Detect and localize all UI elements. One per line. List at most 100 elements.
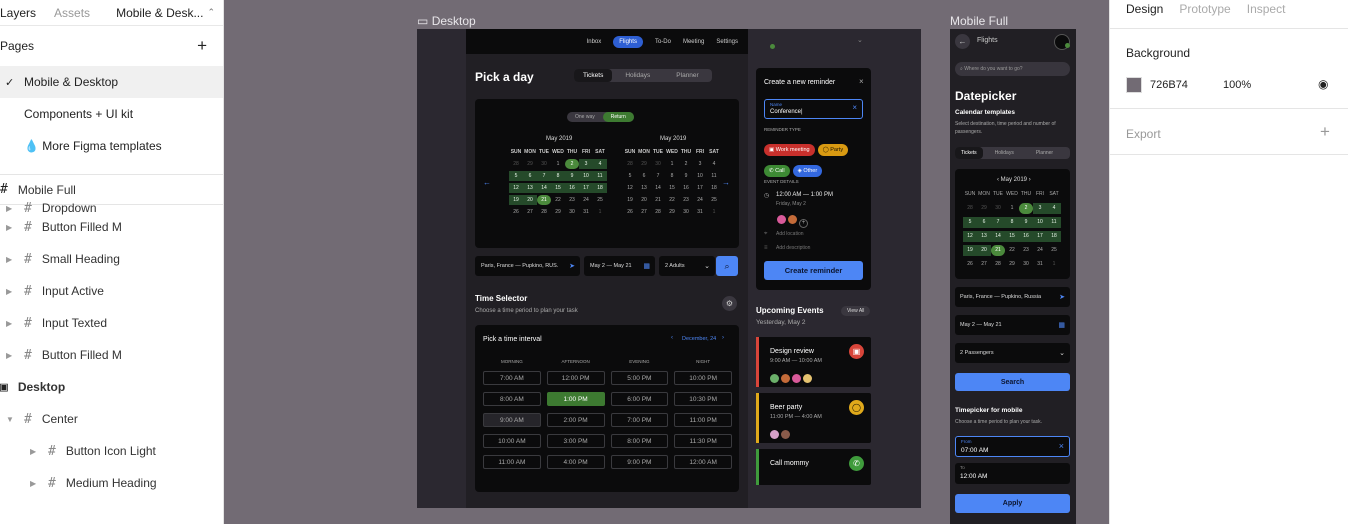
calendar-day[interactable]: 13 [977,231,991,242]
eye-icon[interactable]: ◉ [1318,77,1328,91]
layer-item[interactable]: ▼ # Center [0,403,223,435]
time-slot[interactable]: 10:30 PM [674,392,732,406]
calendar-day[interactable]: 2 [1019,203,1033,214]
calendar-day[interactable]: 7 [651,171,665,181]
chevron-down-icon[interactable]: ⌄ [857,36,863,44]
calendar-day[interactable]: 11 [593,171,607,181]
layer-item[interactable]: ▶ # Button Icon Light [0,435,223,467]
caret-right-icon[interactable]: ▶ [6,223,12,232]
desktop-frame-label[interactable]: ▭ Desktop [417,14,476,28]
calendar-day[interactable]: 25 [1047,245,1061,256]
return-option[interactable]: Return [602,112,634,122]
calendar-day[interactable]: 4 [1047,203,1061,214]
create-reminder-button[interactable]: Create reminder [764,261,863,280]
calendar-day[interactable]: 30 [651,159,665,169]
calendar-day[interactable]: 23 [565,195,579,205]
calendar-day[interactable]: 15 [551,183,565,193]
calendar-day[interactable]: 28 [623,159,637,169]
event-card-call-mommy[interactable]: Call mommy ✆ [756,449,871,485]
calendar-day[interactable]: 16 [565,183,579,193]
calendar-day[interactable]: 30 [679,207,693,217]
event-card-beer-party[interactable]: Beer party 11:00 PM — 4:00 AM ◯ [756,393,871,443]
nav-inbox[interactable]: Inbox [587,39,602,45]
time-slot[interactable]: 12:00 PM [546,371,605,385]
calendar-day[interactable]: 26 [963,259,977,270]
calendar-day[interactable]: 13 [523,183,537,193]
time-slot[interactable]: 8:00 AM [483,392,541,406]
one-way-option[interactable]: One way [567,112,603,122]
tab-holidays[interactable]: Holidays [612,69,663,82]
calendar-day[interactable]: 1 [665,159,679,169]
plus-icon[interactable]: + [1320,122,1330,142]
layer-item[interactable]: # Mobile Full [0,175,223,205]
layer-item[interactable]: ▶ # Small Heading [0,243,223,275]
calendar-day[interactable]: 10 [579,171,593,181]
background-opacity[interactable]: 100% [1223,79,1251,91]
time-slot[interactable]: 9:00 PM [610,455,669,469]
calendar-day[interactable]: 7 [991,217,1005,228]
calendar-day[interactable]: 31 [693,207,707,217]
add-location[interactable]: Add location [776,231,804,237]
next-month-icon[interactable]: → [722,178,730,187]
calendar-day[interactable]: 1 [707,207,721,217]
mobile-frame-label[interactable]: Mobile Full [950,14,1008,28]
layer-item[interactable]: ▶ # Medium Heading [0,467,223,499]
tab-inspect[interactable]: Inspect [1247,2,1286,16]
calendar-day[interactable]: 10 [693,171,707,181]
calendar-day[interactable]: 22 [551,195,565,205]
calendar-day[interactable]: 6 [637,171,651,181]
calendar-day[interactable]: 14 [651,183,665,193]
calendar-day[interactable]: 5 [509,171,523,181]
view-all-button[interactable]: View All [841,306,871,316]
passengers-select[interactable]: 2 Passengers ⌄ [955,343,1070,363]
tab-design[interactable]: Design [1126,2,1163,16]
calendar-day[interactable]: 15 [665,183,679,193]
page-item-components[interactable]: Components + UI kit [0,98,223,130]
name-input[interactable]: Name Conference| × [764,99,863,119]
time-slot[interactable]: 5:00 PM [610,371,669,385]
caret-right-icon[interactable]: ▶ [6,287,12,296]
layer-item[interactable]: ▶ # Input Texted [0,307,223,339]
tag-call[interactable]: ✆ Call [764,165,790,177]
calendar-day[interactable]: 12 [963,231,977,242]
calendar-day[interactable]: 25 [707,195,721,205]
calendar-day[interactable]: 31 [1033,259,1047,270]
calendar-day[interactable]: 4 [593,159,607,169]
prev-month-icon[interactable]: ← [483,178,491,187]
calendar-day[interactable]: 20 [523,195,537,205]
layer-item[interactable]: ▶ # Button Filled M [0,339,223,371]
time-slot[interactable]: 9:00 AM [483,413,541,427]
calendar-day[interactable]: 28 [537,207,551,217]
calendar-day[interactable]: 28 [991,259,1005,270]
nav-flights[interactable]: Flights [613,35,643,48]
calendar-day[interactable]: 30 [565,207,579,217]
tag-work-meeting[interactable]: ▣ Work meeting [764,144,815,156]
calendar-day[interactable]: 4 [707,159,721,169]
calendar-day[interactable]: 15 [1005,231,1019,242]
calendar-day[interactable]: 20 [977,245,991,256]
calendar-day[interactable]: 18 [1047,231,1061,242]
calendar-day[interactable]: 16 [679,183,693,193]
dates-field[interactable]: May 2 — May 21 ▦ [955,315,1070,335]
calendar-day[interactable]: 24 [1033,245,1047,256]
calendar-day[interactable]: 30 [537,159,551,169]
calendar-day[interactable]: 26 [623,207,637,217]
calendar-day[interactable]: 24 [693,195,707,205]
calendar-day[interactable]: 3 [693,159,707,169]
calendar-day[interactable]: 29 [1005,259,1019,270]
back-arrow-icon[interactable]: ← [955,34,970,49]
interval-prev-icon[interactable]: ‹ [671,335,673,341]
calendar-day[interactable]: 19 [963,245,977,256]
time-slot[interactable]: 6:00 PM [610,392,669,406]
calendar-day[interactable]: 21 [651,195,665,205]
calendar-day[interactable]: 3 [579,159,593,169]
clear-icon[interactable]: × [852,103,857,112]
calendar-day[interactable]: 10 [1033,217,1047,228]
calendar-day[interactable]: 28 [651,207,665,217]
caret-right-icon[interactable]: ▶ [6,255,12,264]
layer-item[interactable]: ▶ # Button Filled M [0,211,223,243]
passengers-select[interactable]: 2 Adults ⌄ [659,256,715,276]
calendar-day[interactable]: 1 [593,207,607,217]
caret-right-icon[interactable]: ▶ [30,479,36,488]
calendar-day[interactable]: 5 [623,171,637,181]
